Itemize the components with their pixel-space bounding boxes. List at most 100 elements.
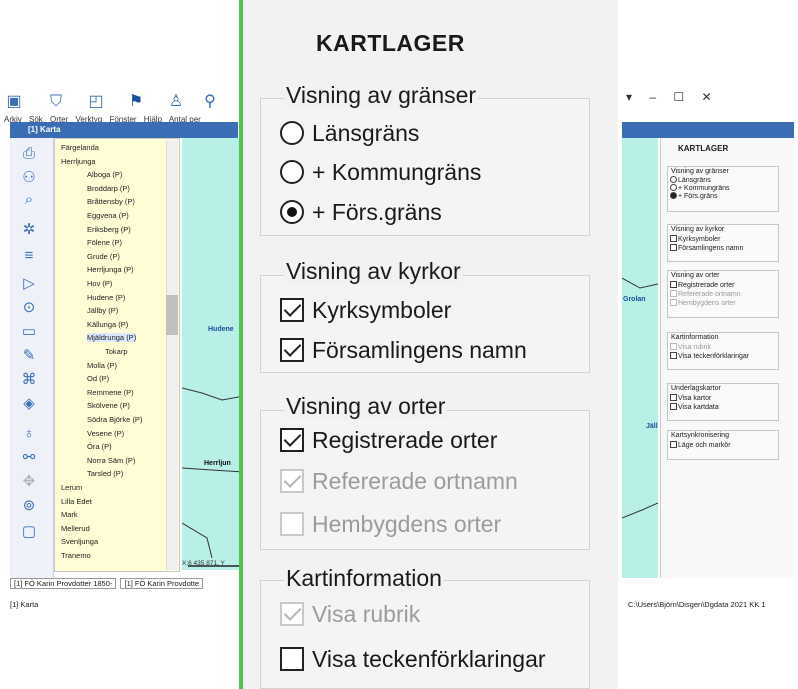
small-checkbox[interactable] [670, 299, 677, 306]
tree-item[interactable]: Eriksberg (P) [87, 225, 131, 234]
small-panel-line[interactable]: + Förs.gräns [670, 192, 718, 200]
bottom-tab-2[interactable]: [1] FÖ Karin Provdotte [120, 578, 204, 589]
tree-item[interactable]: Tokarp [105, 347, 128, 356]
checkbox-registrerade-orter[interactable]: Registrerade orter [280, 425, 497, 455]
small-checkbox[interactable] [670, 441, 677, 448]
small-panel-line[interactable]: Visa rubrik [670, 343, 711, 351]
pointer-icon[interactable]: ▷ [16, 274, 42, 294]
checkbox-box[interactable] [280, 647, 304, 671]
small-panel-line[interactable]: Kyrksymboler [670, 235, 720, 243]
tree-item[interactable]: Mjäldrunga (P) [87, 333, 137, 343]
small-checkbox[interactable] [670, 403, 677, 410]
small-radio[interactable] [670, 176, 677, 183]
filter-icon[interactable]: ⛉ [46, 92, 66, 112]
zoom-icon[interactable]: ⊙ [16, 298, 42, 318]
close-button[interactable]: ✕ [702, 90, 712, 104]
small-checkbox[interactable] [670, 343, 677, 350]
print-icon[interactable]: ⎙ [16, 144, 42, 164]
tree-item[interactable]: Vesene (P) [87, 429, 124, 438]
small-panel-line[interactable]: Visa teckenförklaringar [670, 352, 749, 360]
small-panel-line[interactable]: Församlingens namn [670, 244, 743, 252]
small-checkbox[interactable] [670, 235, 677, 242]
tree-item[interactable]: Remmene (P) [87, 388, 134, 397]
tree-item[interactable]: Grude (P) [87, 252, 120, 261]
radio-circle-selected[interactable] [280, 200, 304, 224]
tree-item[interactable]: Tranemo [61, 551, 91, 560]
radio-kommungrans[interactable]: + Kommungräns [280, 157, 481, 187]
small-checkbox[interactable] [670, 290, 677, 297]
layers-icon[interactable]: ◈ [16, 394, 42, 414]
dropdown-icon[interactable]: ▾ [626, 90, 632, 104]
tree-item[interactable]: Skölvene (P) [87, 401, 130, 410]
small-panel-line[interactable]: Registrerade orter [670, 281, 734, 289]
small-checkbox[interactable] [670, 352, 677, 359]
tree-item[interactable]: Molla (P) [87, 361, 117, 370]
bottom-tab-1[interactable]: [1] FÖ Karin Provdotter 1850- [10, 578, 117, 589]
settings-icon[interactable]: ✲ [16, 220, 42, 240]
route-icon[interactable]: ⌘ [16, 370, 42, 390]
search-person-icon[interactable]: ⚇ [16, 168, 42, 188]
search-icon[interactable]: ⌕ [16, 190, 42, 210]
maximize-button[interactable]: ☐ [673, 90, 684, 104]
small-panel-line[interactable]: + Kommungräns [670, 184, 730, 192]
minimize-button[interactable]: – [649, 90, 656, 104]
small-panel-line[interactable]: Länsgräns [670, 176, 711, 184]
small-checkbox[interactable] [670, 281, 677, 288]
tree-item[interactable]: Broddarp (P) [87, 184, 130, 193]
person-icon[interactable]: ♙ [166, 92, 186, 112]
radio-circle[interactable] [280, 121, 304, 145]
checkbox-box[interactable] [280, 428, 304, 452]
tree-item[interactable]: Svenljunga [61, 537, 98, 546]
small-radio[interactable] [670, 184, 677, 191]
tree-item[interactable]: Lerum [61, 483, 82, 492]
checkbox-box[interactable] [280, 338, 304, 362]
map-view[interactable]: Hudene Herrljun [182, 138, 244, 570]
draw-icon[interactable]: ✎ [16, 346, 42, 366]
window-icon[interactable]: ◰ [86, 92, 106, 112]
checkbox-visa-teckenforklaringar[interactable]: Visa teckenförklaringar [280, 644, 546, 674]
tree-scrollbar-thumb[interactable] [166, 295, 178, 335]
small-checkbox[interactable] [670, 244, 677, 251]
tree-scrollbar[interactable] [166, 140, 178, 570]
location-icon[interactable]: ⊚ [16, 496, 42, 516]
frame-icon[interactable]: ▢ [16, 522, 42, 542]
link-icon[interactable]: ⚯ [16, 448, 42, 468]
tree-item[interactable]: Fölene (P) [87, 238, 122, 247]
checkbox-forsamlingens-namn[interactable]: Församlingens namn [280, 335, 527, 365]
radio-circle[interactable] [280, 160, 304, 184]
tree-item[interactable]: Öra (P) [87, 442, 112, 451]
small-panel-line[interactable]: Refererade ortnamn [670, 290, 741, 298]
ruler-icon[interactable]: ▭ [16, 322, 42, 342]
tree-item[interactable]: Herrljunga (P) [87, 265, 134, 274]
tree-item[interactable]: Lilla Edet [61, 497, 92, 506]
tree-item[interactable]: Hov (P) [87, 279, 112, 288]
small-panel-line[interactable]: Visa kartor [670, 394, 711, 402]
tag-icon[interactable]: ♁ [16, 424, 42, 444]
move-icon[interactable]: ✥ [16, 472, 42, 492]
tree-item[interactable]: Tarsled (P) [87, 469, 123, 478]
small-panel-line[interactable]: Läge och markör [670, 441, 731, 449]
tree-item[interactable]: Herrljunga [61, 157, 96, 166]
tree-item[interactable]: Färgelanda [61, 143, 99, 152]
tree-item[interactable]: Bråttensby (P) [87, 197, 135, 206]
tree-item[interactable]: Södra Björke (P) [87, 415, 142, 424]
tree-item[interactable]: Alboga (P) [87, 170, 122, 179]
tree-item[interactable]: Mark [61, 510, 78, 519]
small-checkbox[interactable] [670, 394, 677, 401]
tree-item[interactable]: Mellerud [61, 524, 90, 533]
map-icon[interactable]: ▣ [4, 92, 24, 112]
small-radio[interactable] [670, 192, 677, 199]
checkbox-kyrksymboler[interactable]: Kyrksymboler [280, 295, 451, 325]
radio-forsgrans[interactable]: + Förs.gräns [280, 197, 442, 227]
list-icon[interactable]: ≡ [16, 246, 42, 266]
map-view-right[interactable]: Grolan Jäll [622, 138, 658, 578]
small-panel-line[interactable]: Hembygdens orter [670, 299, 736, 307]
checkbox-box[interactable] [280, 298, 304, 322]
tree-item[interactable]: Norra Säm (P) [87, 456, 135, 465]
tree-item[interactable]: Od (P) [87, 374, 109, 383]
tree-item[interactable]: Källunga (P) [87, 320, 128, 329]
tree-item[interactable]: Eggvena (P) [87, 211, 129, 220]
small-panel-line[interactable]: Visa kartdata [670, 403, 719, 411]
flag-icon[interactable]: ⚑ [126, 92, 146, 112]
pin-icon[interactable]: ⚲ [200, 92, 220, 112]
